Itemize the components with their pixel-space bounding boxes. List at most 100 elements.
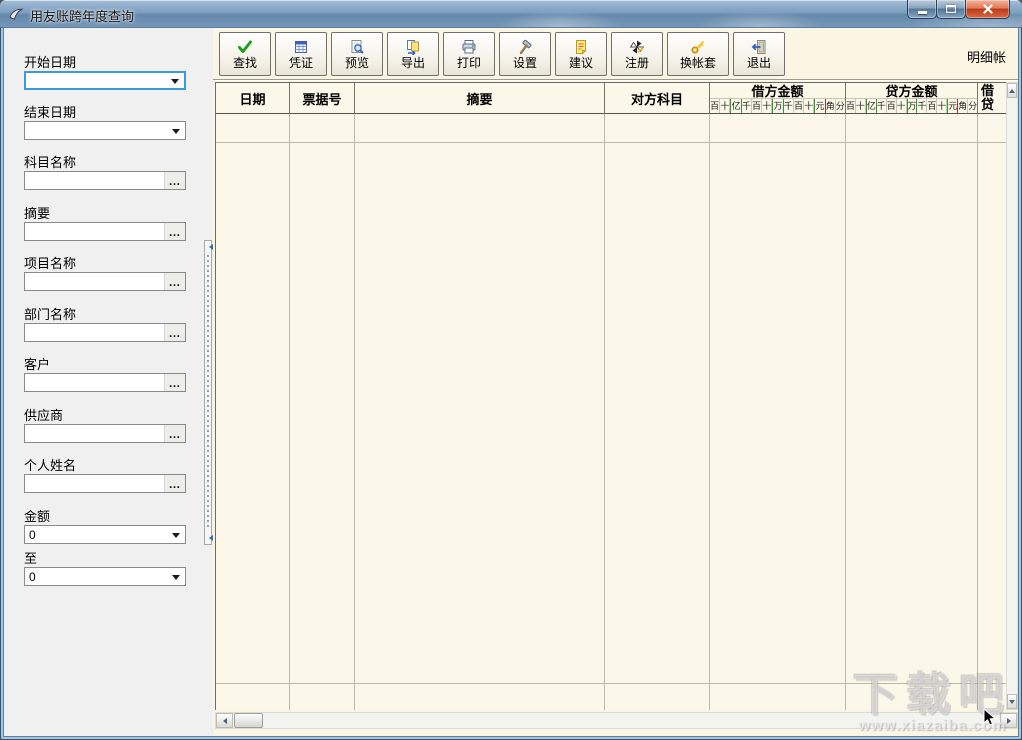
credit-amount-label: 贷方金额 — [885, 84, 938, 99]
maximize-button[interactable] — [936, 0, 966, 19]
combobox-value: 0 — [29, 569, 36, 584]
grid-cell — [605, 143, 710, 683]
lookup-ellipsis-button[interactable]: … — [164, 172, 185, 189]
minimize-button[interactable] — [907, 0, 937, 19]
debit-digit-strip: 百 十 亿 千 百 十 万 千 百 十 元 角 分 — [710, 98, 845, 113]
digit-label: 百 — [752, 99, 763, 113]
lookup-ellipsis-button[interactable]: … — [164, 324, 185, 341]
field-end-date: 结束日期 — [24, 102, 186, 140]
register-button[interactable]: 注册 — [611, 32, 663, 76]
lookup-ellipsis-button[interactable]: … — [164, 374, 185, 391]
grid-cell — [290, 143, 355, 683]
digit-label: 千 — [741, 99, 752, 113]
button-label: 设置 — [512, 55, 537, 70]
end-date-combobox[interactable] — [24, 121, 186, 140]
minimize-icon — [917, 10, 927, 14]
summary-input[interactable]: … — [24, 222, 186, 241]
field-project-name: 项目名称 … — [24, 253, 186, 291]
voucher-button[interactable]: 凭证 — [275, 32, 327, 76]
sidebar-splitter[interactable] — [204, 240, 213, 545]
grid-cell — [846, 114, 978, 143]
mouse-cursor-icon — [983, 708, 996, 726]
ledger-mode-label: 明细帐 — [966, 50, 1006, 65]
digit-label: 十 — [804, 99, 815, 113]
grid-cell — [355, 114, 605, 143]
button-label: 退出 — [746, 55, 771, 70]
column-header-debit-credit: 借 贷 — [978, 83, 1007, 114]
grid-cell — [846, 683, 978, 710]
exit-button[interactable]: 退出 — [733, 32, 785, 76]
grid-cell — [978, 143, 1007, 683]
export-button[interactable]: 导出 — [387, 32, 439, 76]
app-logo-icon[interactable] — [8, 6, 24, 22]
switch-account-key-icon — [691, 40, 705, 53]
grid-cell — [978, 683, 1007, 710]
button-label: 打印 — [456, 55, 481, 70]
dropdown-button[interactable] — [167, 526, 185, 543]
amount-from-combobox[interactable]: 0 — [24, 525, 186, 544]
print-icon — [462, 39, 476, 53]
preview-button[interactable]: 预览 — [331, 32, 383, 76]
grid-cell — [216, 114, 290, 143]
horizontal-scroll-thumb[interactable] — [234, 713, 263, 728]
field-account-name: 科目名称 … — [24, 152, 186, 190]
digit-label: 元 — [947, 99, 959, 113]
grid-cell — [710, 114, 846, 143]
button-label: 凭证 — [288, 55, 313, 70]
dropdown-button[interactable] — [167, 568, 185, 585]
digit-label: 亿 — [865, 99, 877, 113]
window-content: 开始日期 结束日期 科目名称 … 摘要 … 项目名称 … 部门名称 … 客户 …… — [4, 28, 1018, 736]
arrow-left-icon — [220, 717, 227, 724]
filter-sidebar: 开始日期 结束日期 科目名称 … 摘要 … 项目名称 … 部门名称 … 客户 …… — [4, 28, 213, 736]
amount-to-combobox[interactable]: 0 — [24, 567, 186, 586]
scroll-up-button[interactable] — [1007, 83, 1017, 98]
suggestion-button[interactable]: 建议 — [555, 32, 607, 76]
export-icon — [407, 39, 419, 55]
scroll-left-button[interactable] — [216, 713, 233, 728]
digit-label: 十 — [720, 99, 731, 113]
ledger-grid: 日期 票据号 摘要 对方科目 借方金额 百 十 亿 千 百 十 万 千 百 十 … — [215, 82, 1007, 710]
find-button[interactable]: 查找 — [219, 32, 271, 76]
supplier-input[interactable]: … — [24, 424, 186, 443]
lookup-ellipsis-button[interactable]: … — [164, 475, 185, 492]
combobox-value: 0 — [29, 527, 36, 542]
scroll-down-button[interactable] — [1007, 694, 1017, 709]
lookup-ellipsis-button[interactable]: … — [164, 273, 185, 290]
field-label: 个人姓名 — [24, 458, 77, 473]
grid-cell — [605, 114, 710, 143]
chevron-down-icon — [172, 532, 180, 542]
settings-button[interactable]: 设置 — [499, 32, 551, 76]
scroll-right-button[interactable] — [1000, 713, 1017, 728]
field-label: 结束日期 — [24, 105, 77, 120]
window-title: 用友账跨年度查询 — [30, 9, 135, 24]
vertical-scrollbar[interactable] — [1006, 82, 1018, 710]
horizontal-scrollbar[interactable] — [215, 712, 1018, 729]
grid-cell — [216, 683, 290, 710]
department-name-input[interactable]: … — [24, 323, 186, 342]
start-date-combobox[interactable] — [24, 71, 186, 90]
switch-account-button[interactable]: 换帐套 — [667, 32, 729, 76]
customer-input[interactable]: … — [24, 373, 186, 392]
print-button[interactable]: 打印 — [443, 32, 495, 76]
digit-label: 亿 — [730, 99, 742, 113]
dropdown-button[interactable] — [167, 122, 185, 139]
arrow-down-icon — [1009, 699, 1015, 707]
dropdown-button[interactable] — [166, 73, 184, 88]
app-window: 用友账跨年度查询 开始日期 结束日期 科目名称 … 摘要 … 项目名称 … 部门… — [0, 0, 1022, 740]
digit-label: 万 — [906, 99, 918, 113]
lookup-ellipsis-button[interactable]: … — [164, 425, 185, 442]
person-name-input[interactable]: … — [24, 474, 186, 493]
close-button[interactable] — [965, 0, 1010, 19]
digit-label: 百 — [710, 99, 721, 113]
chevron-down-icon — [172, 128, 180, 138]
project-name-input[interactable]: … — [24, 272, 186, 291]
titlebar[interactable]: 用友账跨年度查询 — [0, 0, 1022, 28]
grid-cell — [710, 683, 846, 710]
button-label: 导出 — [400, 55, 425, 70]
collapse-arrow-icon — [206, 535, 213, 541]
digit-label: 千 — [783, 99, 794, 113]
chevron-down-icon — [171, 78, 179, 88]
lookup-ellipsis-button[interactable]: … — [164, 223, 185, 240]
account-name-input[interactable]: … — [24, 171, 186, 190]
grid-cell — [290, 114, 355, 143]
